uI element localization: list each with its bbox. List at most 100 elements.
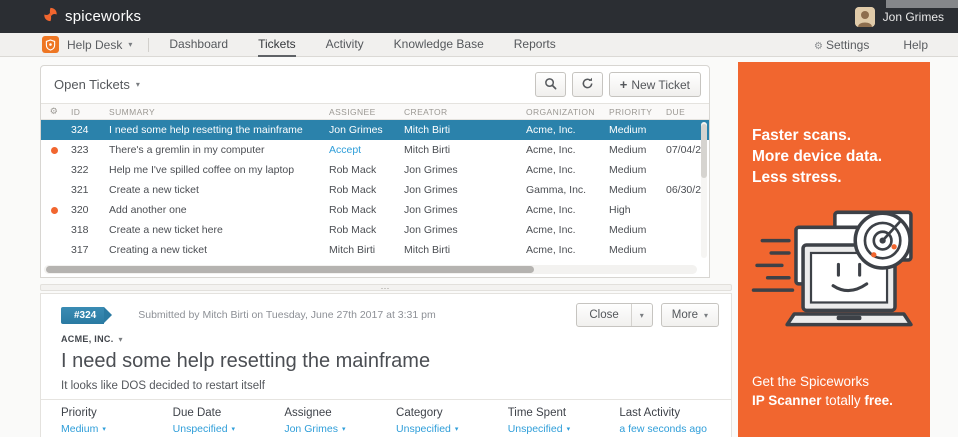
search-button[interactable] bbox=[535, 72, 566, 97]
cell-assignee: Rob Mack bbox=[325, 204, 400, 216]
cell-organization: Acme, Inc. bbox=[522, 244, 605, 256]
cell-id: 318 bbox=[67, 224, 105, 236]
tab-dashboard[interactable]: Dashboard bbox=[169, 33, 228, 57]
horizontal-scrollbar[interactable] bbox=[44, 265, 697, 274]
ad-headline-line: Less stress. bbox=[752, 168, 930, 189]
more-label: More bbox=[672, 309, 698, 321]
column-header-assignee[interactable]: ASSIGNEE bbox=[325, 107, 400, 117]
refresh-button[interactable] bbox=[572, 72, 603, 97]
horizontal-scrollbar-thumb[interactable] bbox=[46, 266, 534, 273]
table-header-row: ⚙ ID SUMMARY ASSIGNEE CREATOR ORGANIZATI… bbox=[41, 103, 709, 120]
unread-dot bbox=[51, 207, 58, 214]
help-desk-switcher[interactable]: Help Desk ▾ bbox=[67, 38, 132, 52]
cell-summary: Create a new ticket bbox=[105, 184, 325, 196]
panel-resize-handle[interactable]: ⋯ bbox=[40, 284, 732, 291]
cell-id: 320 bbox=[67, 204, 105, 216]
settings-label: Settings bbox=[826, 38, 869, 52]
ad-headline-line: More device data. bbox=[752, 147, 930, 168]
tab-activity[interactable]: Activity bbox=[326, 33, 364, 57]
laptop-scanner-illustration bbox=[750, 205, 918, 331]
chevron-down-icon: ▾ bbox=[342, 425, 346, 433]
cell-priority: Medium bbox=[605, 144, 662, 156]
cell-priority: Medium bbox=[605, 244, 662, 256]
search-icon bbox=[544, 77, 557, 93]
brand-text: spiceworks bbox=[65, 8, 141, 25]
column-header-id[interactable]: ID bbox=[67, 107, 105, 117]
more-button[interactable]: More ▾ bbox=[661, 303, 719, 327]
cell-organization: Acme, Inc. bbox=[522, 144, 605, 156]
submitted-info: Submitted by Mitch Birti on Tuesday, Jun… bbox=[138, 309, 435, 321]
field-value-dropdown[interactable]: Medium ▾ bbox=[61, 423, 173, 435]
field-label: Category bbox=[396, 407, 508, 419]
table-row[interactable]: 323 There's a gremlin in my computer Acc… bbox=[41, 140, 709, 160]
field-value-dropdown[interactable]: a few seconds ago bbox=[619, 423, 731, 435]
top-bar: spiceworks Jon Grimes bbox=[0, 0, 958, 33]
table-row[interactable]: 320 Add another one Rob Mack Jon Grimes … bbox=[41, 200, 709, 220]
field-value-dropdown[interactable]: Unspecified ▾ bbox=[508, 423, 620, 435]
tab-knowledge-base[interactable]: Knowledge Base bbox=[394, 33, 484, 57]
column-header-organization[interactable]: ORGANIZATION bbox=[522, 107, 605, 117]
ticket-description: It looks like DOS decided to restart its… bbox=[61, 380, 719, 392]
column-settings-button[interactable]: ⚙ bbox=[41, 106, 67, 117]
table-row[interactable]: 318 Create a new ticket here Rob Mack Jo… bbox=[41, 220, 709, 240]
new-ticket-button[interactable]: + New Ticket bbox=[609, 72, 701, 97]
cell-creator: Mitch Birti bbox=[400, 124, 522, 136]
user-name: Jon Grimes bbox=[883, 10, 944, 24]
cell-priority: Medium bbox=[605, 124, 662, 136]
avatar[interactable] bbox=[855, 7, 875, 27]
cell-summary: Help me I've spilled coffee on my laptop bbox=[105, 164, 325, 176]
settings-link[interactable]: ⚙Settings bbox=[814, 38, 869, 52]
tab-reports[interactable]: Reports bbox=[514, 33, 556, 57]
vertical-scrollbar-thumb[interactable] bbox=[701, 124, 707, 178]
cell-id: 321 bbox=[67, 184, 105, 196]
cell-id: 323 bbox=[67, 144, 105, 156]
field-value: Unspecified bbox=[173, 423, 228, 435]
ticket-filter-dropdown[interactable]: Open Tickets ▾ bbox=[54, 77, 140, 92]
table-row[interactable]: 317 Creating a new ticket Mitch Birti Mi… bbox=[41, 240, 709, 260]
cell-priority: Medium bbox=[605, 184, 662, 196]
field-label: Last Activity bbox=[619, 407, 731, 419]
cell-organization: Acme, Inc. bbox=[522, 204, 605, 216]
plus-icon: + bbox=[620, 77, 628, 92]
cell-assignee: Rob Mack bbox=[325, 224, 400, 236]
field-label: Time Spent bbox=[508, 407, 620, 419]
close-options-button[interactable]: ▾ bbox=[631, 304, 652, 326]
close-button[interactable]: Close bbox=[577, 304, 630, 326]
ticket-title: I need some help resetting the mainframe bbox=[61, 350, 719, 373]
field-value-dropdown[interactable]: Unspecified ▾ bbox=[173, 423, 285, 435]
field-value: Unspecified bbox=[396, 423, 451, 435]
ticket-field: Time Spent Unspecified ▾ bbox=[508, 407, 620, 437]
cell-summary: There's a gremlin in my computer bbox=[105, 144, 325, 156]
cell-organization: Acme, Inc. bbox=[522, 224, 605, 236]
table-row[interactable]: 324 I need some help resetting the mainf… bbox=[41, 120, 709, 140]
field-value-dropdown[interactable]: Unspecified ▾ bbox=[396, 423, 508, 435]
cropped-browser-element bbox=[886, 0, 958, 8]
new-ticket-label: New Ticket bbox=[631, 78, 690, 92]
user-menu[interactable]: Jon Grimes bbox=[855, 7, 944, 27]
tab-tickets[interactable]: Tickets bbox=[258, 33, 296, 57]
cell-id: 317 bbox=[67, 244, 105, 256]
table-row[interactable]: 322 Help me I've spilled coffee on my la… bbox=[41, 160, 709, 180]
column-header-due[interactable]: DUE bbox=[662, 107, 709, 117]
chevron-down-icon: ▾ bbox=[136, 80, 140, 89]
filter-label: Open Tickets bbox=[54, 77, 130, 92]
organization-dropdown[interactable]: ACME, INC. ▾ bbox=[61, 334, 719, 344]
table-row[interactable]: 321 Create a new ticket Rob Mack Jon Gri… bbox=[41, 180, 709, 200]
column-header-priority[interactable]: PRIORITY bbox=[605, 107, 662, 117]
ad-cta-product: IP Scanner bbox=[752, 393, 822, 408]
gear-icon: ⚙ bbox=[50, 107, 58, 117]
field-label: Due Date bbox=[173, 407, 285, 419]
cell-creator: Jon Grimes bbox=[400, 164, 522, 176]
app-name: Help Desk bbox=[67, 38, 122, 52]
column-header-creator[interactable]: CREATOR bbox=[400, 107, 522, 117]
cell-summary: Add another one bbox=[105, 204, 325, 216]
chevron-down-icon: ▾ bbox=[128, 40, 132, 49]
field-value-dropdown[interactable]: Jon Grimes ▾ bbox=[284, 423, 396, 435]
cell-assignee: Rob Mack bbox=[325, 184, 400, 196]
close-split-button[interactable]: Close ▾ bbox=[576, 303, 652, 327]
vertical-scrollbar[interactable] bbox=[701, 122, 707, 258]
column-header-summary[interactable]: SUMMARY bbox=[105, 107, 325, 117]
ip-scanner-ad[interactable]: Faster scans. More device data. Less str… bbox=[738, 62, 930, 437]
field-value: Unspecified bbox=[508, 423, 563, 435]
help-link[interactable]: Help bbox=[903, 38, 928, 52]
